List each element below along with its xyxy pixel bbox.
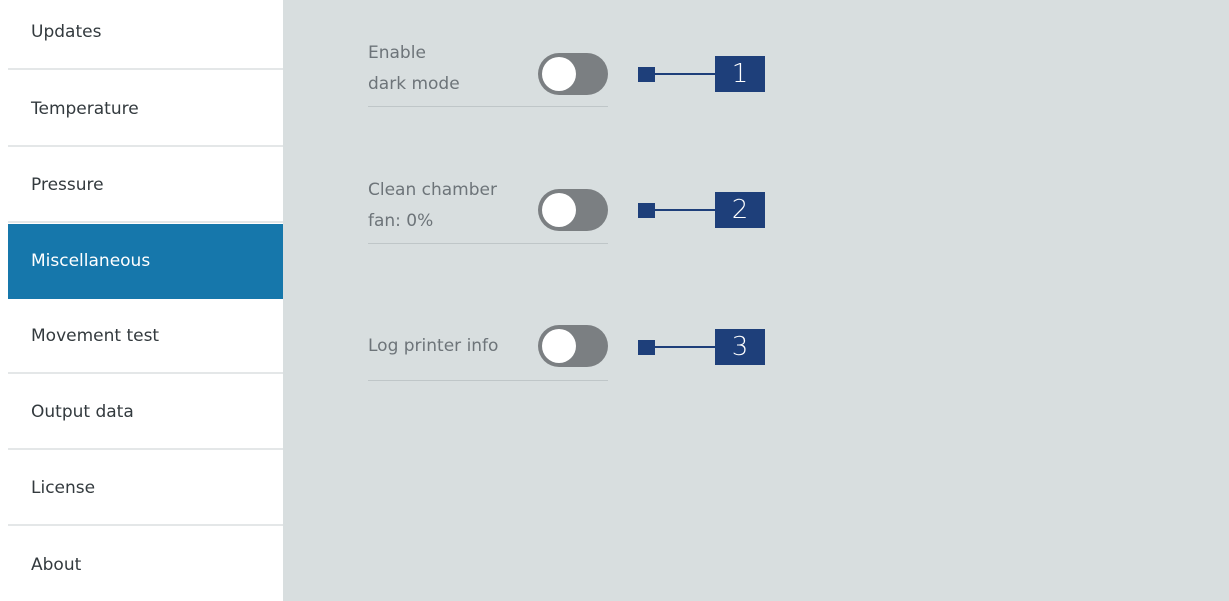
callout-line: [655, 346, 715, 348]
callout-marker: [638, 67, 655, 82]
clean-chamber-toggle[interactable]: [538, 189, 608, 231]
sidebar-item-label: Temperature: [31, 98, 139, 119]
toggle-knob: [542, 193, 576, 227]
dark-mode-toggle[interactable]: [538, 53, 608, 95]
callout-badge: 3: [715, 329, 765, 365]
sidebar-item-label: Updates: [31, 21, 102, 42]
setting-label: Enable dark mode: [368, 38, 533, 100]
sidebar-item-updates[interactable]: Updates: [8, 0, 283, 70]
callout-marker: [638, 340, 655, 355]
setting-label-line: dark mode: [368, 74, 460, 94]
sidebar-item-label: Miscellaneous: [31, 250, 151, 271]
sidebar: Updates Temperature Pressure Miscellaneo…: [8, 0, 283, 601]
setting-label-line: Clean chamber: [368, 180, 497, 200]
log-printer-toggle[interactable]: [538, 325, 608, 367]
setting-dark-mode: Enable dark mode: [368, 38, 608, 107]
app-window: Updates Temperature Pressure Miscellaneo…: [0, 0, 1229, 601]
setting-clean-chamber: Clean chamber fan: 0%: [368, 175, 608, 244]
sidebar-item-label: Output data: [31, 401, 134, 422]
callout-line: [655, 209, 715, 211]
callout-marker: [638, 203, 655, 218]
sidebar-item-label: Pressure: [31, 174, 104, 195]
sidebar-item-output-data[interactable]: Output data: [8, 375, 283, 450]
setting-log-printer: Log printer info: [368, 322, 608, 381]
sidebar-item-about[interactable]: About: [8, 527, 283, 601]
settings-panel: Enable dark mode 1 Clean chamber fan: 0%: [283, 0, 1229, 601]
sidebar-item-miscellaneous[interactable]: Miscellaneous: [8, 224, 283, 299]
callout-badge: 2: [715, 192, 765, 228]
callout-line: [655, 73, 715, 75]
setting-label-line: Enable: [368, 43, 426, 63]
callout-badge: 1: [715, 56, 765, 92]
toggle-knob: [542, 57, 576, 91]
sidebar-item-label: License: [31, 477, 96, 498]
sidebar-item-pressure[interactable]: Pressure: [8, 148, 283, 223]
setting-label: Log printer info: [368, 336, 499, 356]
setting-label: Clean chamber fan: 0%: [368, 175, 533, 237]
sidebar-item-movement-test[interactable]: Movement test: [8, 299, 283, 374]
setting-label-line: fan: 0%: [368, 211, 434, 231]
sidebar-item-label: Movement test: [31, 325, 160, 346]
sidebar-item-label: About: [31, 554, 82, 575]
toggle-knob: [542, 329, 576, 363]
sidebar-item-license[interactable]: License: [8, 451, 283, 526]
sidebar-item-temperature[interactable]: Temperature: [8, 72, 283, 147]
